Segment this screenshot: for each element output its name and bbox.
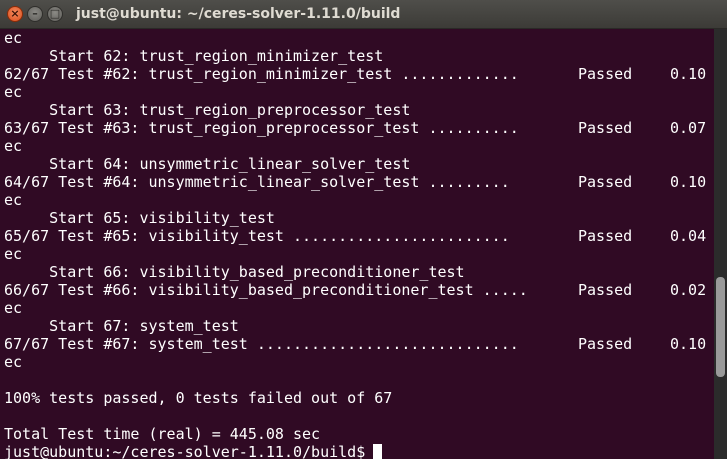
test-result-line: 65/67 Test #65: visibility_test ........…: [0, 227, 714, 245]
test-start-line: Start 67: system_test: [0, 317, 714, 335]
close-window-button[interactable]: ×: [7, 6, 23, 22]
test-time: 0.02 s: [670, 281, 707, 299]
test-result-line: 67/67 Test #67: system_test ............…: [0, 335, 714, 353]
wrapped-text: ec: [4, 83, 23, 101]
output-line: ec: [0, 137, 714, 155]
wrapped-text: ec: [4, 137, 23, 155]
output-line: ec: [0, 299, 714, 317]
output-line: ec: [0, 353, 714, 371]
shell-prompt: just@ubuntu:~/ceres-solver-1.11.0/build$: [4, 443, 375, 459]
test-time: 0.10 s: [670, 173, 707, 191]
total-time-text: Total Test time (real) = 445.08 sec: [4, 425, 321, 443]
test-result-text: 66/67 Test #66: visibility_based_precond…: [4, 281, 528, 299]
test-result-text: 63/67 Test #63: trust_region_preprocesso…: [4, 119, 519, 137]
test-result-line: 66/67 Test #66: visibility_based_precond…: [0, 281, 714, 299]
vertical-scrollbar[interactable]: [714, 29, 727, 459]
test-result-line: 64/67 Test #64: unsymmetric_linear_solve…: [0, 173, 714, 191]
scrollbar-thumb[interactable]: [716, 277, 725, 377]
title-bar[interactable]: × – □ just@ubuntu: ~/ceres-solver-1.11.0…: [0, 0, 727, 29]
prompt-line[interactable]: just@ubuntu:~/ceres-solver-1.11.0/build$: [0, 443, 714, 459]
test-time: 0.10 s: [670, 335, 707, 353]
test-status: Passed: [578, 335, 633, 353]
test-result-text: 62/67 Test #62: trust_region_minimizer_t…: [4, 65, 519, 83]
test-status: Passed: [578, 65, 633, 83]
test-time: 0.07 s: [670, 119, 707, 137]
test-start-text: Start 67: system_test: [4, 317, 239, 335]
test-result-text: 64/67 Test #64: unsymmetric_linear_solve…: [4, 173, 510, 191]
output-line: ec: [0, 191, 714, 209]
maximize-window-button[interactable]: □: [47, 6, 63, 22]
test-start-text: Start 65: visibility_test: [4, 209, 275, 227]
output-line: ec: [0, 245, 714, 263]
wrapped-text: ec: [4, 191, 23, 209]
test-start-line: Start 62: trust_region_minimizer_test: [0, 47, 714, 65]
text-cursor: [373, 444, 382, 459]
total-time-line: Total Test time (real) = 445.08 sec: [0, 425, 714, 443]
wrapped-text: ec: [4, 299, 23, 317]
window-title: just@ubuntu: ~/ceres-solver-1.11.0/build: [76, 6, 401, 22]
summary-text: 100% tests passed, 0 tests failed out of…: [4, 389, 393, 407]
test-start-text: Start 63: trust_region_preprocessor_test: [4, 101, 411, 119]
summary-line: 100% tests passed, 0 tests failed out of…: [0, 389, 714, 407]
terminal-output[interactable]: ec Start 62: trust_region_minimizer_test…: [0, 29, 714, 459]
output-line: ec: [0, 83, 714, 101]
output-line: ec: [0, 29, 714, 47]
test-status: Passed: [578, 227, 633, 245]
test-start-text: Start 66: visibility_based_preconditione…: [4, 263, 465, 281]
test-start-line: Start 65: visibility_test: [0, 209, 714, 227]
wrapped-text: ec: [4, 29, 23, 47]
test-status: Passed: [578, 281, 633, 299]
test-result-text: 65/67 Test #65: visibility_test ........…: [4, 227, 510, 245]
test-result-text: 67/67 Test #67: system_test ............…: [4, 335, 519, 353]
wrapped-text: ec: [4, 353, 23, 371]
test-status: Passed: [578, 173, 633, 191]
test-result-line: 62/67 Test #62: trust_region_minimizer_t…: [0, 65, 714, 83]
test-status: Passed: [578, 119, 633, 137]
test-time: 0.10 s: [670, 65, 707, 83]
test-start-line: Start 66: visibility_based_preconditione…: [0, 263, 714, 281]
wrapped-text: ec: [4, 245, 23, 263]
test-start-text: Start 64: unsymmetric_linear_solver_test: [4, 155, 411, 173]
test-result-line: 63/67 Test #63: trust_region_preprocesso…: [0, 119, 714, 137]
test-time: 0.04 s: [670, 227, 707, 245]
test-start-text: Start 62: trust_region_minimizer_test: [4, 47, 384, 65]
test-start-line: Start 64: unsymmetric_linear_solver_test: [0, 155, 714, 173]
minimize-window-button[interactable]: –: [27, 6, 43, 22]
test-start-line: Start 63: trust_region_preprocessor_test: [0, 101, 714, 119]
terminal-window: × – □ just@ubuntu: ~/ceres-solver-1.11.0…: [0, 0, 727, 459]
